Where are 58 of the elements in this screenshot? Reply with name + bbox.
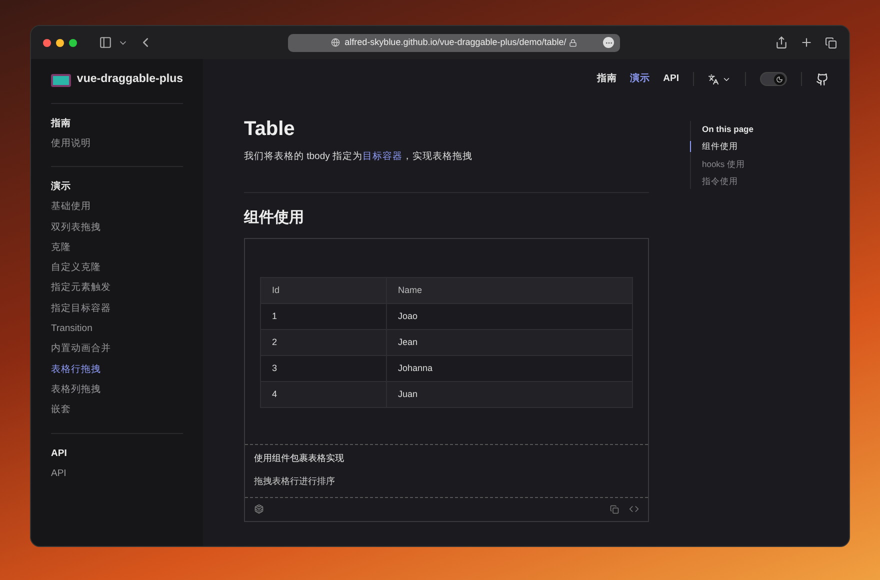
outline-link[interactable]: hooks 使用 — [702, 156, 754, 173]
sidebar-item[interactable]: 嵌套 — [51, 400, 183, 421]
demo-description: 拖拽表格行进行排序 — [254, 475, 336, 488]
table-cell: Juan — [386, 382, 632, 408]
page-title: Table — [244, 117, 296, 142]
sidebar-group-title: 演示 — [51, 180, 72, 194]
sidebar-item[interactable]: Transition — [51, 319, 183, 340]
section-title: 组件使用 — [244, 208, 305, 228]
github-icon[interactable] — [816, 72, 829, 86]
column-header: Id — [260, 278, 386, 304]
sidebar-item[interactable]: 指定目标容器 — [51, 298, 183, 320]
close-window-icon[interactable] — [43, 38, 51, 46]
sidebar-item[interactable]: API — [51, 464, 183, 484]
nav-link[interactable]: 指南 — [597, 72, 618, 86]
code-icon[interactable] — [629, 504, 639, 514]
sidebar-item[interactable]: 使用说明 — [51, 134, 183, 154]
table-row[interactable]: 4 Juan — [260, 382, 632, 408]
outline-active-marker — [690, 141, 691, 152]
sidebar-item[interactable]: 指定元素触发 — [51, 278, 183, 299]
nav-link[interactable]: 演示 — [630, 72, 650, 86]
target-container-link[interactable]: 目标容器 — [362, 151, 403, 162]
sidebar-item[interactable]: 内置动画合并 — [51, 339, 183, 360]
outline-link[interactable]: 组件使用 — [702, 138, 754, 156]
translate-icon[interactable] — [708, 74, 719, 84]
address-bar[interactable]: alfred-skyblue.github.io/vue-draggable-plus/demo/table/ — [288, 34, 620, 52]
lock-icon — [569, 38, 578, 46]
sidebar-item[interactable]: 自定义克隆 — [51, 258, 183, 278]
sidebar-item[interactable]: 双列表拖拽 — [51, 218, 183, 238]
outline-link[interactable]: 指令使用 — [702, 173, 754, 190]
sidebar-item[interactable]: 基础使用 — [51, 197, 183, 218]
globe-icon — [330, 38, 340, 47]
sidebar-item[interactable]: 克隆 — [51, 238, 183, 258]
sidebar-toggle-icon[interactable] — [99, 36, 112, 49]
table-row[interactable]: 2 Jean — [260, 330, 632, 356]
outline-title: On this page — [702, 123, 754, 136]
site-name[interactable]: vue-draggable-plus — [76, 71, 183, 89]
nav-link[interactable]: API — [663, 72, 679, 86]
sidebar-item[interactable]: 表格行拖拽 — [51, 360, 183, 380]
tabs-overview-icon[interactable] — [825, 36, 837, 48]
moon-icon — [776, 76, 783, 82]
sandbox-icon[interactable] — [254, 504, 264, 514]
intro-text: 我们将表格的 tbody 指定为 目标容器，实现表格拖拽 — [244, 150, 474, 164]
table-row[interactable]: 1 Joao — [260, 304, 632, 330]
minimize-window-icon[interactable] — [56, 38, 64, 46]
more-options-icon[interactable] — [603, 37, 614, 48]
logo-icon — [51, 74, 71, 86]
table-cell: 4 — [260, 382, 386, 408]
new-tab-icon[interactable] — [800, 36, 813, 49]
url-text: alfred-skyblue.github.io/vue-draggable-plus/demo/table/ — [344, 36, 566, 49]
sidebar-group-title: 指南 — [51, 117, 72, 131]
sidebar-group-title: API — [51, 446, 68, 461]
share-icon[interactable] — [775, 36, 788, 49]
maximize-window-icon[interactable] — [69, 38, 77, 46]
table-row[interactable]: 3 Johanna — [260, 356, 632, 382]
theme-toggle[interactable] — [760, 72, 787, 86]
copy-icon[interactable] — [610, 504, 619, 514]
column-header: Name — [386, 278, 632, 304]
sidebar-item[interactable]: 表格列拖拽 — [51, 380, 183, 400]
